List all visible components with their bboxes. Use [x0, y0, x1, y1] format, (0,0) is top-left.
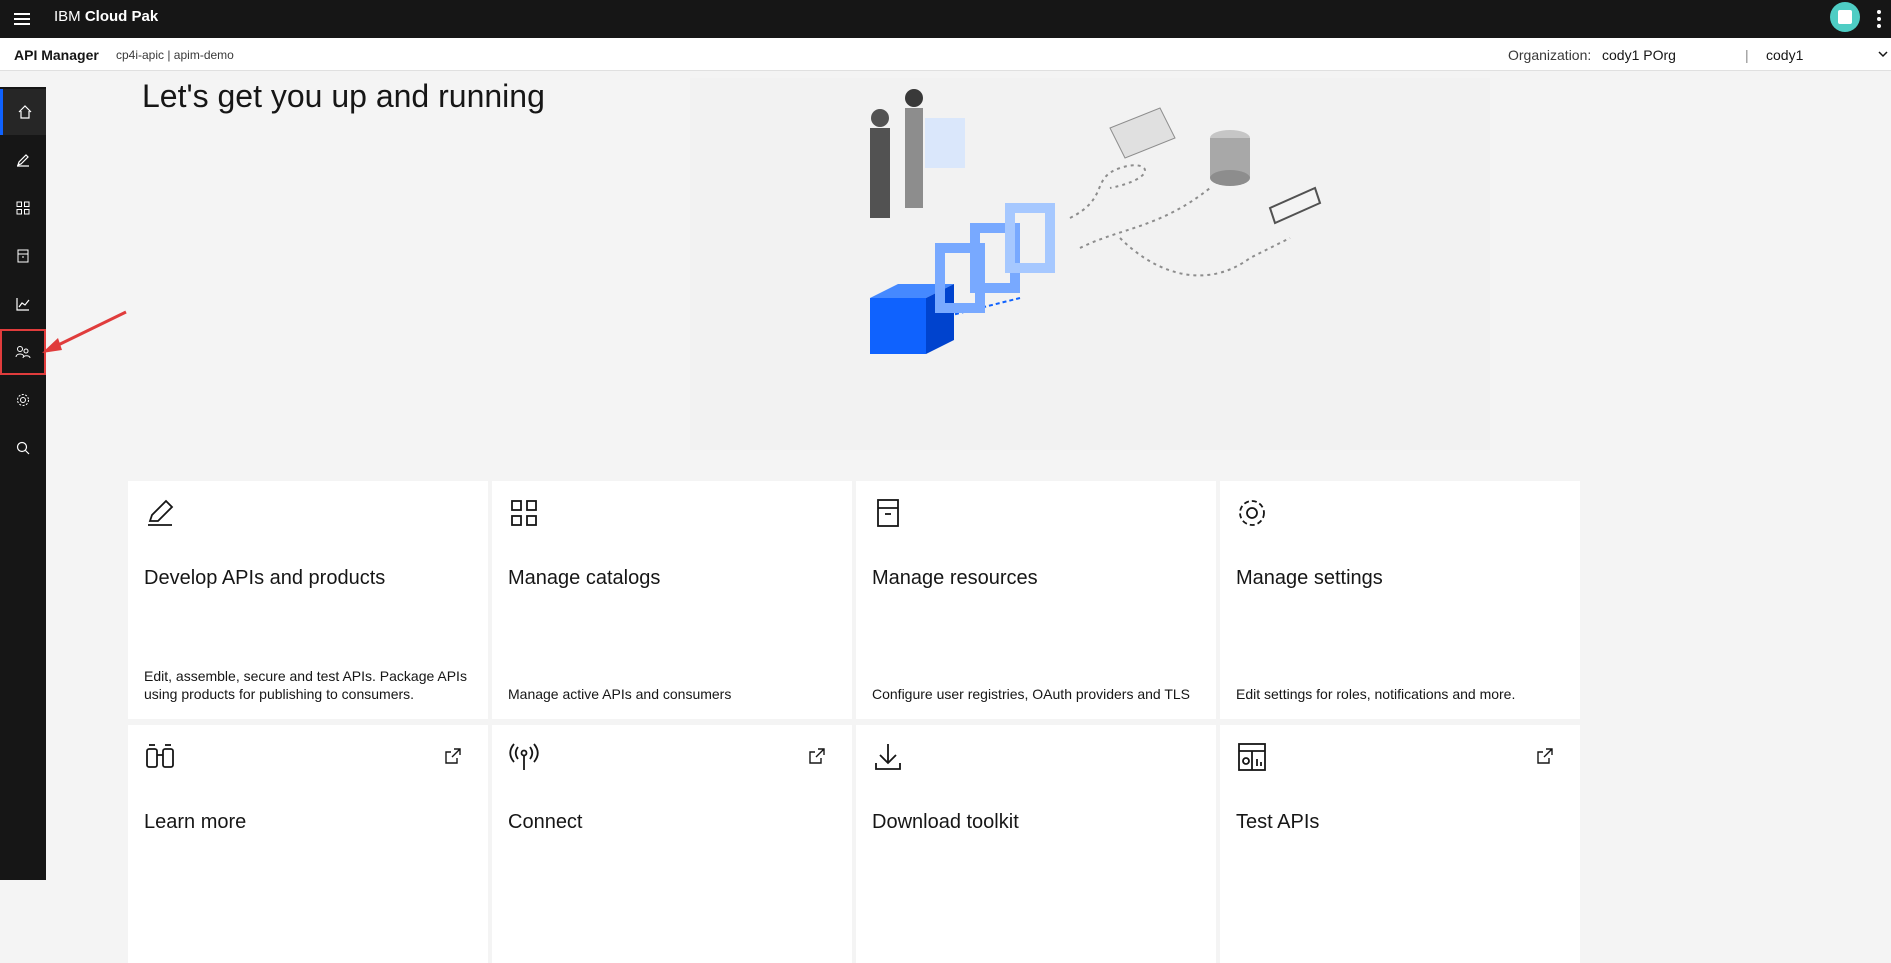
overflow-menu-icon[interactable] [1876, 8, 1882, 30]
annotation-arrow [42, 310, 127, 353]
brand[interactable]: IBM Cloud Pak [54, 8, 158, 25]
tile-download-toolkit[interactable]: Download toolkit [856, 725, 1216, 963]
external-link-icon[interactable] [808, 747, 826, 765]
separator: | [1745, 47, 1749, 63]
organization-label: Organization: [1508, 47, 1592, 63]
tile-title: Connect [508, 811, 583, 833]
nav-item-search[interactable] [0, 425, 46, 471]
nav-item-develop[interactable] [0, 137, 46, 183]
external-link-icon[interactable] [444, 747, 462, 765]
chart-icon [16, 298, 30, 311]
gear-icon [17, 394, 29, 406]
tile-title: Develop APIs and products [144, 567, 386, 589]
brand-prefix: IBM [54, 8, 81, 25]
nav-item-settings[interactable] [0, 377, 46, 423]
binoculars-icon [146, 744, 174, 768]
tile-title: Manage resources [872, 567, 1038, 589]
nav-item-home[interactable] [0, 89, 46, 135]
grid-icon [511, 500, 537, 526]
search-icon [16, 441, 30, 455]
avatar[interactable] [1830, 2, 1860, 32]
tile-develop-apis[interactable]: Develop APIs and products Edit, assemble… [128, 481, 488, 719]
external-link-icon[interactable] [1536, 747, 1554, 765]
tile-title: Download toolkit [872, 811, 1019, 833]
context-bar: API Manager cp4i-apic | apim-demo Organi… [0, 38, 1891, 71]
tile-title: Manage settings [1236, 567, 1383, 589]
grid-icon [16, 201, 30, 215]
tile-manage-resources[interactable]: Manage resources Configure user registri… [856, 481, 1216, 719]
document-icon [877, 499, 899, 527]
pencil-icon [17, 154, 29, 167]
brand-name: Cloud Pak [84, 8, 159, 25]
tile-title: Manage catalogs [508, 567, 661, 589]
side-nav [0, 87, 46, 880]
tile-test-apis[interactable]: Test APIs [1220, 725, 1580, 963]
pencil-icon [148, 499, 174, 526]
tile-connect[interactable]: Connect [492, 725, 852, 963]
tile-manage-catalogs[interactable]: Manage catalogs Manage active APIs and c… [492, 481, 852, 719]
download-icon [875, 744, 901, 770]
tile-description: Manage active APIs and consumers [508, 686, 732, 702]
nav-item-catalogs[interactable] [0, 185, 46, 231]
breadcrumb[interactable]: cp4i-apic | apim-demo [116, 48, 234, 62]
organization-selector[interactable]: cody1 POrg [1602, 47, 1676, 63]
document-icon [17, 249, 29, 263]
tile-description: Configure user registries, OAuth provide… [872, 686, 1191, 702]
antenna-icon [509, 743, 539, 770]
menu-icon[interactable] [10, 7, 34, 31]
tile-description: Edit settings for roles, notifications a… [1236, 686, 1516, 702]
app-name: API Manager [14, 47, 99, 63]
nav-item-resources[interactable] [0, 233, 46, 279]
test-icon [1238, 743, 1266, 771]
gear-icon [1239, 500, 1265, 526]
top-bar: IBM Cloud Pak [0, 0, 1891, 38]
hero-illustration [690, 78, 1490, 450]
user-menu[interactable]: cody1 [1766, 47, 1803, 63]
tile-learn-more[interactable]: Learn more [128, 725, 488, 963]
user-group-icon [15, 346, 31, 359]
tile-manage-settings[interactable]: Manage settings Edit settings for roles,… [1220, 481, 1580, 719]
tile-title: Test APIs [1236, 811, 1320, 833]
home-icon [18, 105, 31, 119]
chevron-down-icon[interactable] [1878, 51, 1888, 58]
tile-description: Edit, assemble, secure and test APIs. Pa… [144, 668, 467, 702]
tile-title: Learn more [144, 811, 247, 833]
page-title: Let's get you up and running [142, 78, 545, 114]
